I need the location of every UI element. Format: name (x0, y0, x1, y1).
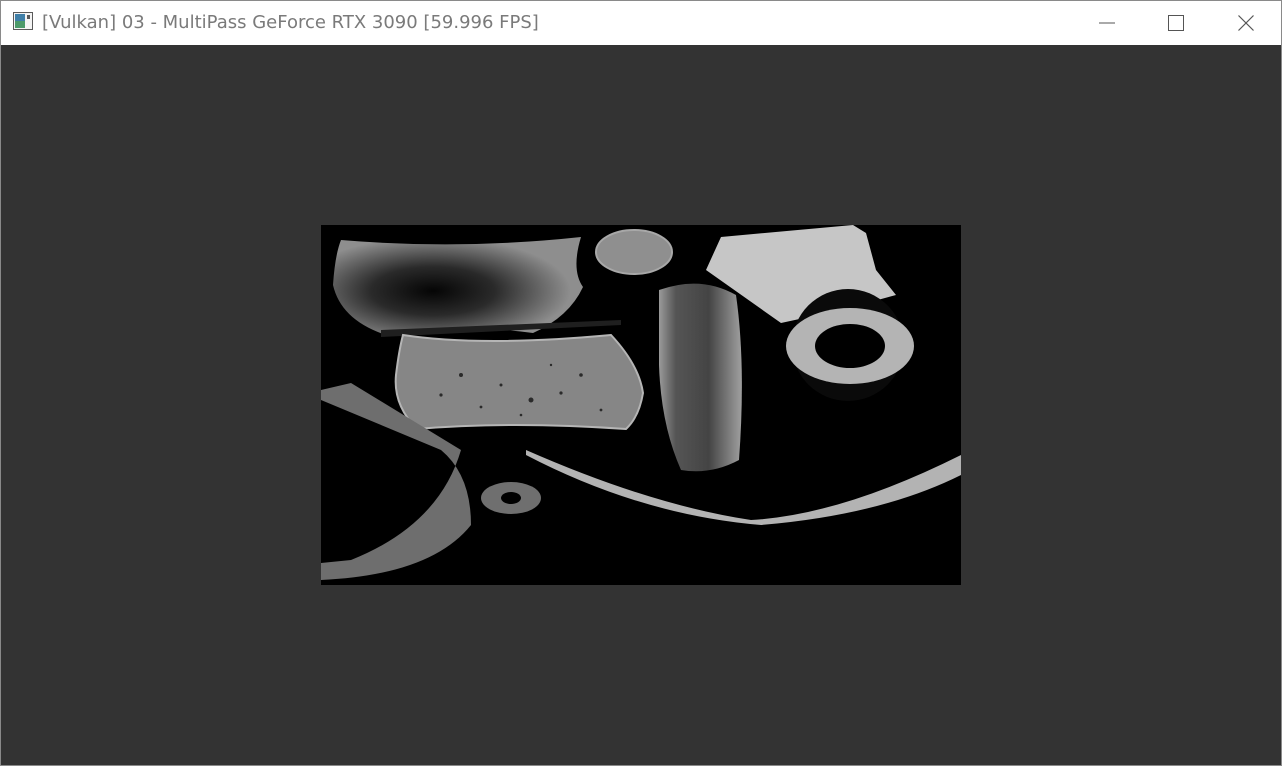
maximize-button[interactable] (1153, 1, 1199, 45)
minimize-icon (1099, 22, 1115, 24)
window-title: [Vulkan] 03 - MultiPass GeForce RTX 3090… (42, 12, 539, 33)
vulkan-client-area[interactable] (1, 45, 1281, 765)
texture-shape (595, 229, 673, 275)
uv-texture-atlas (321, 225, 961, 580)
close-button[interactable] (1223, 1, 1269, 45)
application-window-icon[interactable] (13, 12, 33, 30)
texture-shape (659, 283, 742, 472)
texture-shape (333, 237, 583, 335)
texture-shape (526, 450, 961, 525)
maximize-icon (1168, 15, 1184, 31)
texture-shape (394, 333, 645, 431)
minimize-button[interactable] (1084, 1, 1130, 45)
render-target-texture (321, 225, 961, 585)
app-window: [Vulkan] 03 - MultiPass GeForce RTX 3090… (0, 0, 1282, 766)
title-bar[interactable]: [Vulkan] 03 - MultiPass GeForce RTX 3090… (1, 1, 1281, 45)
close-icon (1238, 15, 1254, 31)
